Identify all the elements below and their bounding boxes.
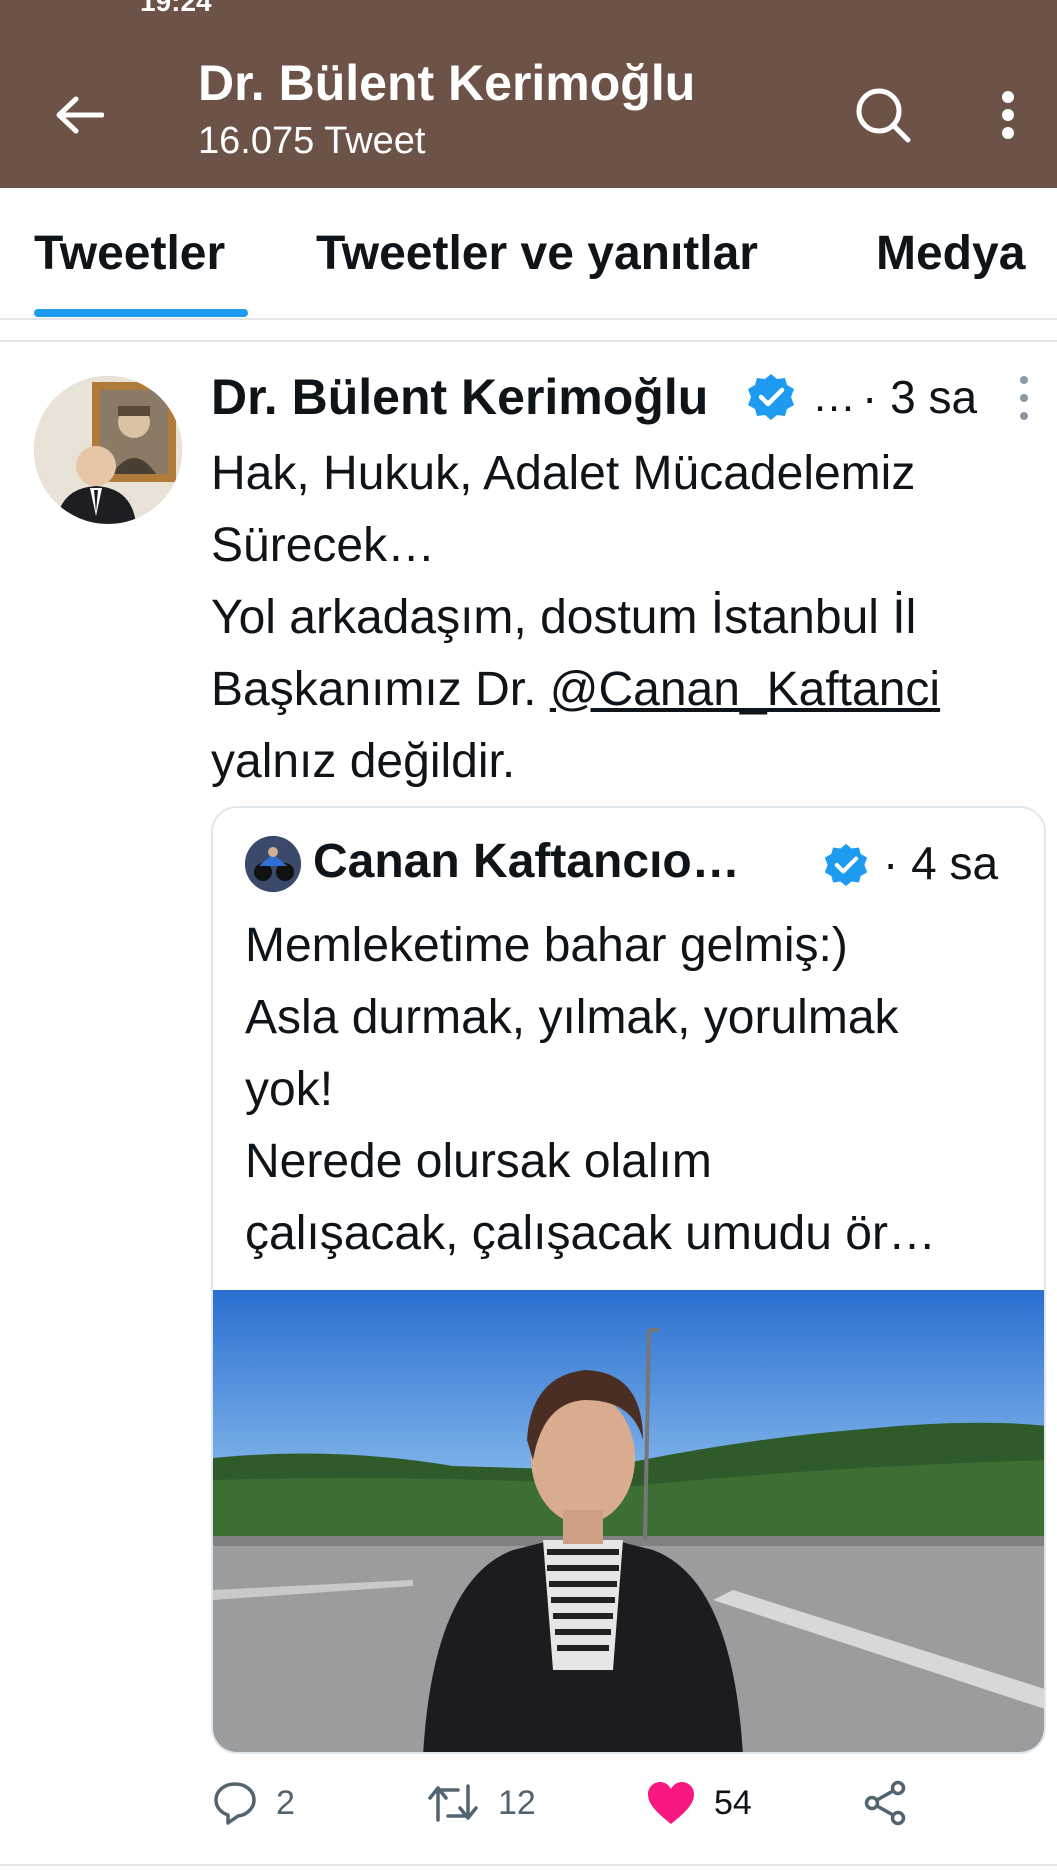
mention-link[interactable]: @Canan_Kaftanci [550,663,940,716]
tweet-actions: 2 12 54 [0,1772,1057,1852]
quoted-line: yok! [245,1063,334,1116]
heart-icon [648,1782,694,1824]
profile-title: Dr. Bülent Kerimoğlu [198,55,696,111]
more-vertical-icon [1002,91,1014,139]
quoted-text: Memleketime bahar gelmiş:) Asla durmak, … [245,910,1035,1270]
quoted-line: Nerede olursak olalım [245,1135,712,1188]
tab-medya[interactable]: Medya [876,226,1025,281]
author-truncation: … [812,372,856,421]
quoted-tweet[interactable]: Canan Kaftancıo… · 4 sa Memleketime baha… [211,806,1046,1754]
photo-woman-on-road [213,1290,1044,1752]
like-count: 54 [714,1783,752,1822]
status-time: 19:24 [140,0,212,17]
avatar[interactable] [34,376,182,524]
quoted-timestamp: · 4 sa [883,837,999,889]
tweet-line: yalnız değildir. [211,735,516,788]
tweet-author-name[interactable]: Dr. Bülent Kerimoğlu [211,368,708,426]
reply-button[interactable]: 2 [212,1780,295,1826]
arrow-left-icon [56,96,104,134]
quoted-line: Memleketime bahar gelmiş:) [245,919,848,972]
tweet-more-button[interactable] [1014,376,1034,420]
retweet-count: 12 [498,1783,536,1822]
divider [0,340,1057,342]
tweet-text: Hak, Hukuk, Adalet Mücadelemiz Sürecek… … [211,438,1031,798]
tab-tweetler-ve-yanitlar[interactable]: Tweetler ve yanıtlar [316,226,758,281]
back-button[interactable] [44,80,114,150]
quoted-avatar-image [245,836,301,892]
quoted-line: çalışacak, çalışacak umudu ör… [245,1207,936,1260]
more-dot [1020,376,1028,384]
avatar-image [34,376,182,524]
tweet-line: Sürecek… [211,519,436,572]
search-button[interactable] [848,80,918,150]
verified-badge-icon [748,374,794,420]
quoted-author-name: Canan Kaftancıo… [313,835,740,888]
profile-tabs: Tweetler Tweetler ve yanıtlar Medya [0,188,1057,320]
reply-icon [214,1782,256,1825]
tab-tweetler[interactable]: Tweetler [34,226,225,281]
tweet-line: Hak, Hukuk, Adalet Mücadelemiz [211,447,916,500]
tweet-line-prefix: Başkanımız Dr. [211,663,550,716]
tweet-timestamp[interactable]: · 3 sa [862,370,977,424]
divider [0,1864,1057,1866]
quoted-media-image[interactable] [213,1290,1044,1752]
quoted-avatar [245,836,301,892]
share-button[interactable] [862,1780,908,1826]
tweet-line: Başkanımız Dr. @Canan_Kaftanci [211,654,1031,726]
more-dot [1020,412,1028,420]
share-icon [864,1780,906,1826]
search-icon [856,88,911,143]
like-button[interactable]: 54 [646,1780,752,1826]
tweet-line: Yol arkadaşım, dostum İstanbul İl [211,591,917,644]
active-tab-indicator [34,309,248,317]
more-dot [1020,394,1028,402]
retweet-button[interactable]: 12 [426,1780,536,1826]
retweet-icon [428,1784,478,1822]
reply-count: 2 [276,1783,295,1822]
quoted-line: Asla durmak, yılmak, yorulmak [245,991,899,1044]
more-options-button[interactable] [986,80,1030,150]
top-app-bar: 19:24 Dr. Bülent Kerimoğlu 16.075 Tweet [0,0,1057,188]
verified-badge-icon [824,843,868,887]
tweet-count: 16.075 Tweet [198,120,426,162]
